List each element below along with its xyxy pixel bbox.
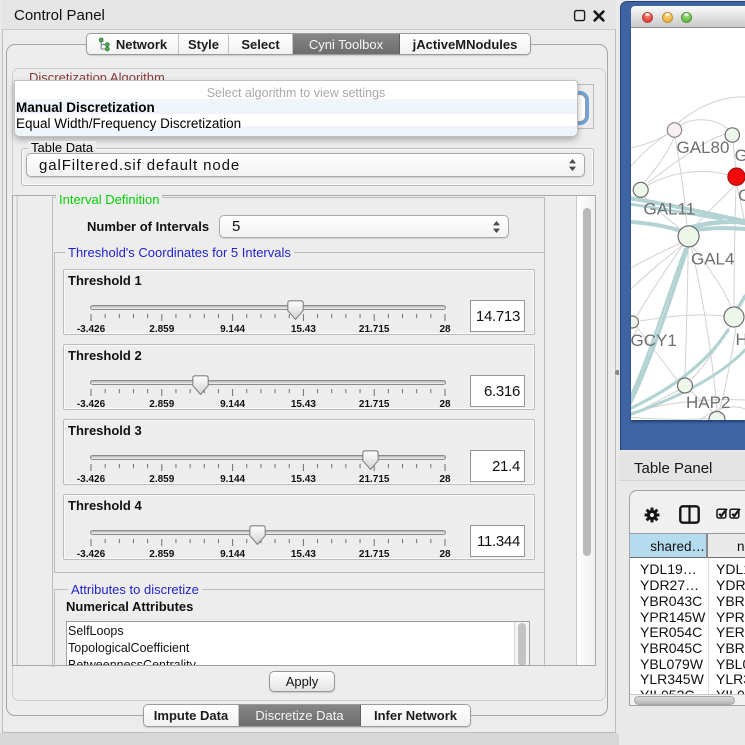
svg-text:HAP2: HAP2 xyxy=(686,393,730,412)
svg-text:GAL80: GAL80 xyxy=(677,138,730,157)
svg-text:G…: G… xyxy=(735,146,745,165)
svg-text:GAL4: GAL4 xyxy=(691,250,734,269)
svg-text:H: H xyxy=(736,330,745,349)
svg-text:GAL11: GAL11 xyxy=(644,200,696,219)
svg-text:C: C xyxy=(738,186,745,205)
svg-text:GCY1: GCY1 xyxy=(631,331,677,350)
